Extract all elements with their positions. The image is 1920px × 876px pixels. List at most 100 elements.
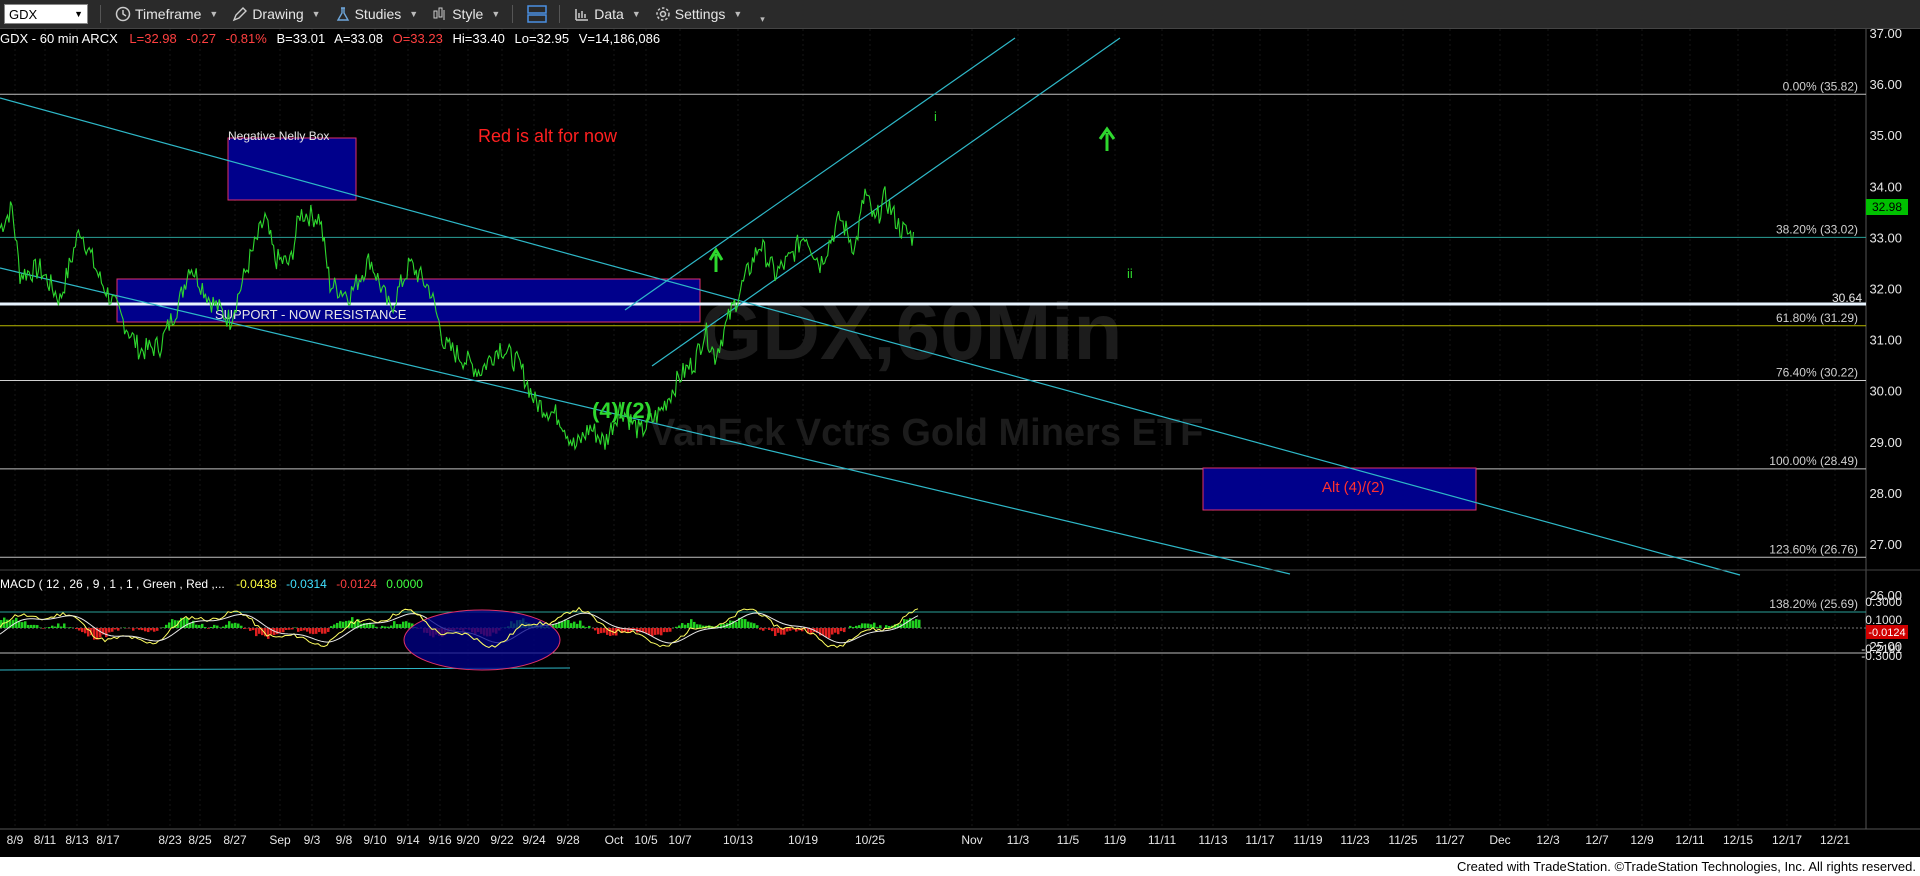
- data-label: Data: [594, 6, 624, 22]
- macd-histogram-bar: [243, 628, 246, 629]
- time-axis-label: 12/11: [1675, 833, 1704, 847]
- time-axis-label: 8/25: [188, 833, 212, 847]
- macd-histogram-bar: [162, 627, 165, 628]
- time-axis-label: 12/9: [1630, 833, 1654, 847]
- fib-level-label: 100.00% (28.49): [1769, 454, 1858, 468]
- macd-histogram-bar: [654, 628, 657, 635]
- support-resistance-box[interactable]: [116, 278, 701, 323]
- drawing-menu[interactable]: Drawing ▼: [232, 6, 321, 22]
- macd-histogram-bar: [237, 623, 240, 628]
- fib-level-label: 61.80% (31.29): [1776, 311, 1858, 325]
- time-axis-label: 11/3: [1007, 833, 1030, 847]
- macd-histogram-bar: [825, 628, 828, 638]
- macd-histogram-bar: [54, 626, 57, 628]
- macd-divergence-ellipse[interactable]: [403, 609, 561, 671]
- time-axis-label: 8/13: [65, 833, 89, 847]
- time-axis-label: 9/28: [556, 833, 580, 847]
- macd-histogram-bar: [282, 628, 285, 633]
- macd-histogram-bar: [918, 619, 921, 628]
- chart-toolbar: GDX ▼ Timeframe ▼ Drawing ▼ Studies ▼ Style…: [0, 0, 1920, 29]
- time-axis-label: 9/16: [428, 833, 452, 847]
- time-axis-label: 9/24: [522, 833, 546, 847]
- header-bid: B=33.01: [276, 31, 325, 46]
- time-axis-label: 11/19: [1293, 833, 1322, 847]
- macd-histogram-bar: [219, 627, 222, 628]
- macd-histogram-bar: [30, 624, 33, 628]
- time-axis-label: 9/20: [456, 833, 480, 847]
- studies-menu[interactable]: Studies ▼: [335, 6, 418, 22]
- macd-histogram-bar: [699, 624, 702, 628]
- macd-axis-label: 0.3000: [1865, 595, 1902, 609]
- macd-histogram-bar: [249, 628, 252, 631]
- macd-histogram-bar: [57, 623, 60, 628]
- macd-histogram-bar: [150, 628, 153, 631]
- time-axis-label: Dec: [1489, 833, 1510, 847]
- toolbar-separator: [100, 5, 101, 23]
- macd-histogram-bar: [696, 624, 699, 628]
- macd-histogram-bar: [852, 626, 855, 628]
- macd-histogram-bar: [693, 621, 696, 628]
- macd-histogram-bar: [906, 619, 909, 628]
- macd-histogram-bar: [885, 625, 888, 628]
- price-axis-panel: [1866, 29, 1920, 829]
- alt-target-label: Alt (4)/(2): [1322, 479, 1385, 496]
- settings-menu[interactable]: Settings ▼: [655, 6, 742, 22]
- data-menu[interactable]: Data ▼: [574, 6, 641, 22]
- macd-histogram-bar: [573, 621, 576, 628]
- macd-histogram-bar: [831, 628, 834, 635]
- macd-histogram-bar: [690, 619, 693, 628]
- style-menu[interactable]: Style ▼: [432, 6, 500, 22]
- chevron-down-icon: ▼: [74, 9, 83, 19]
- macd-value-3: -0.0124: [336, 577, 377, 591]
- macd-histogram-bar: [786, 628, 789, 632]
- macd-histogram-bar: [390, 625, 393, 628]
- chart-area[interactable]: GDX,60Min VanEck Vctrs Gold Miners ETF G…: [0, 26, 1920, 857]
- layout-icon: [527, 5, 548, 23]
- header-open: O=33.23: [393, 31, 443, 46]
- macd-value-2: -0.0314: [286, 577, 327, 591]
- macd-histogram-bar: [405, 621, 408, 628]
- macd-histogram-bar: [105, 628, 108, 638]
- timeframe-label: Timeframe: [135, 6, 202, 22]
- support-line-label: 30.64: [1832, 291, 1862, 305]
- macd-histogram-bar: [267, 628, 270, 639]
- time-axis-label: 11/5: [1057, 833, 1080, 847]
- macd-histogram-bar: [582, 625, 585, 628]
- flask-icon: [336, 7, 349, 21]
- price-chart[interactable]: GDX,60Min VanEck Vctrs Gold Miners ETF G…: [0, 26, 1920, 857]
- toolbar-overflow-button[interactable]: ▾: [756, 4, 765, 25]
- macd-histogram-bar: [195, 624, 198, 628]
- macd-histogram-bar: [303, 628, 306, 631]
- symbol-dropdown[interactable]: GDX ▼: [4, 4, 88, 24]
- macd-histogram-bar: [78, 628, 81, 631]
- time-axis-label: 12/7: [1585, 833, 1609, 847]
- layout-button[interactable]: [527, 5, 548, 23]
- current-price-value: 32.98: [1872, 200, 1902, 214]
- macd-axis-label: 0.1000: [1865, 613, 1902, 627]
- watermark-symbol: GDX,60Min: [700, 287, 1122, 376]
- macd-histogram-bar: [309, 628, 312, 634]
- macd-histogram-bar: [396, 624, 399, 628]
- macd-histogram-bar: [48, 626, 51, 628]
- macd-histogram-bar: [333, 624, 336, 628]
- macd-histogram-bar: [741, 618, 744, 628]
- macd-histogram-bar: [768, 628, 771, 630]
- macd-histogram-bar: [255, 628, 258, 637]
- negative-nelly-label: Negative Nelly Box: [228, 129, 329, 143]
- timeframe-menu[interactable]: Timeframe ▼: [115, 6, 218, 22]
- macd-histogram-bar: [855, 625, 858, 628]
- macd-histogram-bar: [555, 624, 558, 628]
- time-axis-label: 8/27: [223, 833, 247, 847]
- macd-histogram-bar: [666, 628, 669, 633]
- chevron-down-icon: ▼: [491, 9, 501, 19]
- time-axis-label: 11/13: [1198, 833, 1227, 847]
- macd-histogram-bar: [600, 628, 603, 634]
- macd-histogram-bar: [201, 623, 204, 628]
- macd-histogram-bar: [675, 626, 678, 628]
- price-axis-label: 37.00: [1869, 29, 1902, 41]
- macd-histogram-bar: [750, 622, 753, 628]
- macd-histogram-bar: [117, 628, 120, 631]
- macd-histogram-bar: [774, 628, 777, 637]
- macd-histogram-bar: [834, 628, 837, 633]
- macd-histogram-bar: [156, 628, 159, 631]
